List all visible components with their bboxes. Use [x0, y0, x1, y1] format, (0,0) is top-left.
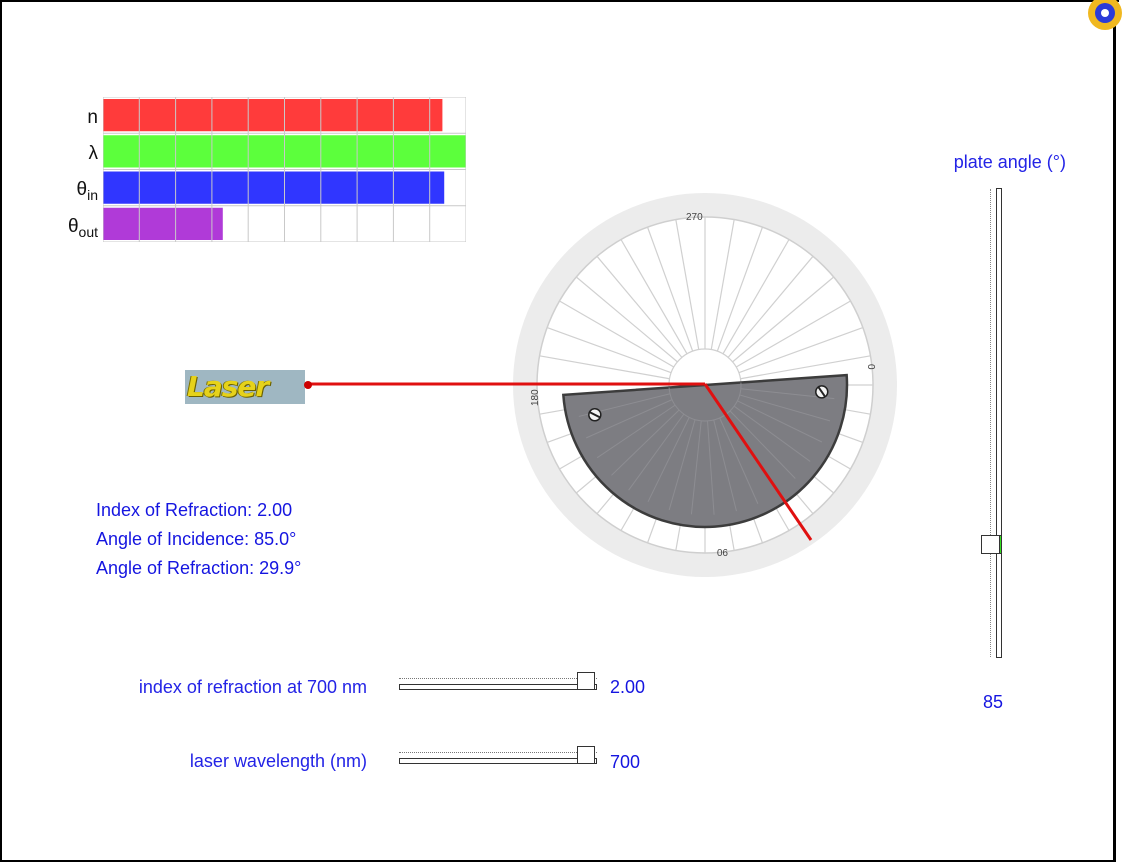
index-slider[interactable]	[399, 672, 597, 691]
wavelength-slider-value: 700	[610, 752, 641, 772]
index-slider-value: 2.00	[610, 677, 646, 697]
plate-angle-slider[interactable]	[990, 188, 1002, 658]
laser-source[interactable]: Laser	[185, 370, 305, 404]
wavelength-slider-thumb[interactable]	[577, 746, 595, 764]
laser-aperture	[304, 381, 312, 389]
optics-scene: 270 0 180 90	[310, 193, 897, 577]
plate-angle-value: 85	[983, 692, 1004, 712]
wavelength-slider-ticks	[399, 752, 597, 757]
wavelength-slider[interactable]	[399, 746, 597, 765]
index-slider-ticks	[399, 678, 597, 683]
plate-angle-label: plate angle (°)	[953, 152, 1066, 172]
index-slider-track[interactable]	[399, 684, 597, 690]
protractor-label-270: 270	[686, 212, 703, 223]
laser-label: Laser	[187, 370, 269, 403]
wavelength-slider-label: laser wavelength (nm)	[189, 751, 367, 771]
wavelength-slider-track[interactable]	[399, 758, 597, 764]
protractor-label-90: 90	[716, 546, 728, 557]
protractor-label-0: 0	[865, 364, 876, 370]
index-slider-thumb[interactable]	[577, 672, 595, 690]
plate-angle-slider-thumb[interactable]	[981, 535, 1000, 554]
protractor-label-180: 180	[530, 389, 541, 406]
plate-angle-slider-ticks	[990, 189, 995, 657]
index-slider-label: index of refraction at 700 nm	[138, 677, 367, 697]
